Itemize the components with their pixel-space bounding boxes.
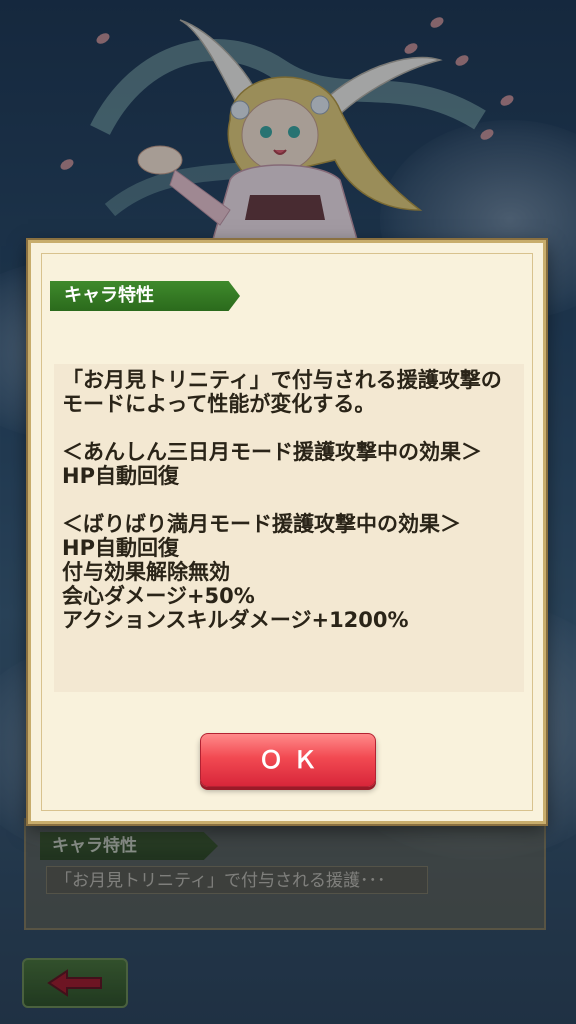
dialog-section-label: キャラ特性	[50, 281, 240, 311]
screen: キャラ特性 「お月見トリニティ」で付与される援護･･･ キャラ特性 「お月見トリ…	[0, 0, 576, 1024]
description-text: 「お月見トリニティ」で付与される援護攻撃のモードによって性能が変化する。 ＜あん…	[62, 368, 502, 632]
ok-button[interactable]: ＯＫ	[200, 733, 376, 787]
description-box: 「お月見トリニティ」で付与される援護攻撃のモードによって性能が変化する。 ＜あん…	[54, 364, 524, 692]
